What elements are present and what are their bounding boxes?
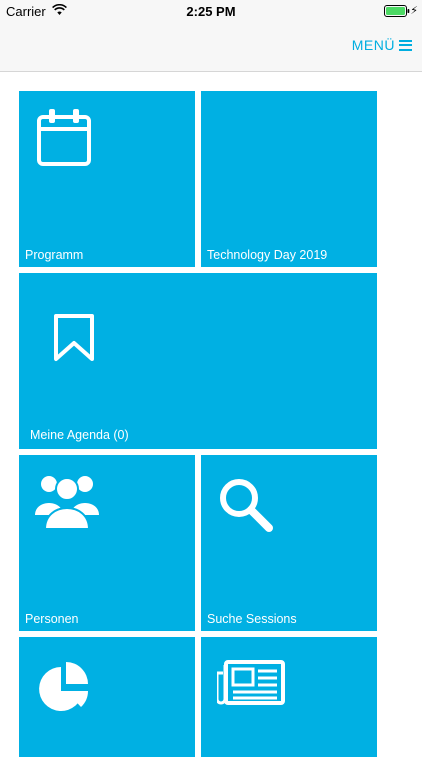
hamburger-icon	[399, 39, 412, 51]
tile-statistics[interactable]	[19, 637, 195, 757]
pie-chart-icon	[39, 662, 88, 711]
battery-icon	[384, 5, 410, 17]
bookmark-icon	[54, 314, 94, 361]
tile-suche-sessions[interactable]: Suche Sessions	[201, 455, 377, 631]
navigation-bar: MENÜ	[0, 22, 422, 72]
tile-meine-agenda-label: Meine Agenda (0)	[30, 428, 129, 442]
tile-programm[interactable]: Programm	[19, 91, 195, 267]
people-icon	[35, 476, 99, 530]
tile-suche-sessions-label: Suche Sessions	[207, 612, 297, 626]
calendar-icon	[37, 109, 91, 166]
menu-label: MENÜ	[351, 37, 395, 53]
tile-grid: Programm Technology Day 2019 Meine Agend…	[0, 72, 422, 757]
menu-button[interactable]: MENÜ	[352, 37, 412, 53]
status-bar: Carrier 2:25 PM ⚡	[0, 0, 422, 22]
tile-news[interactable]	[201, 637, 377, 757]
tile-programm-label: Programm	[25, 248, 84, 262]
tile-technology-day[interactable]: Technology Day 2019	[201, 91, 377, 267]
tile-personen[interactable]: Personen	[19, 455, 195, 631]
clock-label: 2:25 PM	[186, 4, 236, 19]
charging-icon: ⚡	[410, 5, 418, 17]
tile-meine-agenda[interactable]: Meine Agenda (0)	[19, 273, 377, 449]
tile-technology-day-label: Technology Day 2019	[207, 248, 328, 262]
tile-personen-label: Personen	[25, 612, 79, 626]
search-icon	[220, 479, 273, 532]
newspaper-icon	[217, 660, 285, 705]
